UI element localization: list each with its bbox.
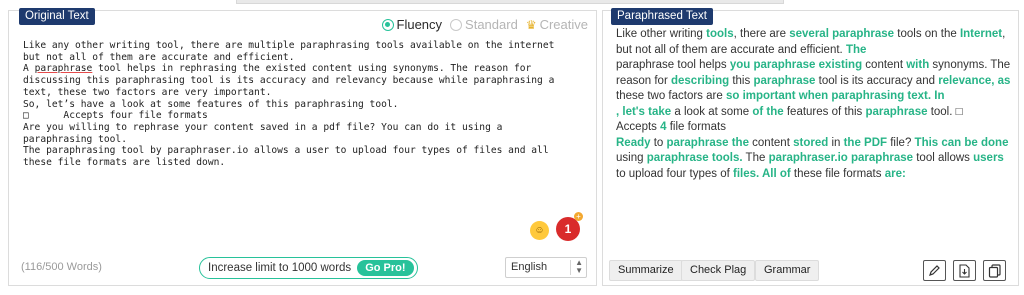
changed-word[interactable]: tools [706, 28, 733, 40]
download-icon [959, 263, 970, 278]
changed-word[interactable]: paraphrase the [667, 137, 749, 149]
changed-word[interactable]: so important when paraphrasing text. In [726, 90, 945, 102]
changed-word[interactable]: you paraphrase existing [730, 59, 862, 71]
text-line: A [23, 63, 35, 75]
text-segment: tools on the [894, 28, 960, 40]
text-segment: The [742, 152, 769, 164]
text-segment: tool is its accuracy and [815, 74, 939, 87]
text-segment: tool. □ [927, 105, 963, 118]
text-line: these file formats are listed down. [23, 157, 226, 169]
crown-icon: ♛ [525, 17, 537, 32]
text-line: Like any other writing tool, there are m… [23, 40, 555, 51]
original-text-tag: Original Text [19, 8, 95, 25]
text-segment: using [616, 152, 647, 164]
changed-word[interactable]: , let's take [616, 106, 671, 118]
changed-word[interactable]: files. All of [733, 168, 791, 180]
mode-selector: Fluency Standard ♛ Creative [381, 17, 588, 32]
top-strip [236, 0, 784, 4]
changed-word[interactable]: of the [752, 106, 783, 118]
text-segment: paraphrase tool helps [616, 59, 730, 71]
increase-limit-banner[interactable]: Increase limit to 1000 words Go Pro! [199, 257, 418, 279]
mode-standard[interactable]: Standard [450, 17, 518, 32]
changed-word[interactable]: Ready [616, 137, 651, 149]
text-line: So, let’s have a look at some features o… [23, 98, 399, 110]
check-plag-button[interactable]: Check Plag [681, 260, 756, 281]
text-segment: Like other writing [616, 28, 707, 40]
mode-standard-label: Standard [465, 17, 518, 32]
changed-word[interactable]: are: [885, 168, 906, 180]
mode-creative[interactable]: ♛ Creative [526, 17, 588, 32]
radio-empty-icon [450, 18, 463, 31]
paraphrased-text-panel: Paraphrased Text Like other writing tool… [602, 8, 1019, 286]
changed-word[interactable]: with [906, 59, 929, 71]
changed-word[interactable]: Internet [960, 28, 1002, 40]
text-line: but not all of them are accurate and eff… [23, 51, 295, 63]
text-line: Are you willing to rephrase your content… [23, 121, 503, 133]
changed-word[interactable]: paraphrase tools. [647, 152, 743, 164]
notification-plus-icon: + [574, 212, 583, 221]
copy-button[interactable] [983, 260, 1006, 281]
mode-fluency-label: Fluency [396, 17, 443, 32]
changed-word[interactable]: This can be done [915, 137, 1009, 149]
text-segment: tool allows [913, 152, 974, 164]
original-text-input[interactable]: Like any other writing tool, there are m… [23, 40, 578, 169]
original-text-panel: Original Text Fluency Standard ♛ Creativ… [8, 8, 597, 286]
changed-word[interactable]: paraphrase [753, 75, 815, 87]
changed-word[interactable]: describing [671, 75, 729, 87]
summarize-button[interactable]: Summarize [609, 260, 683, 281]
text-segment: file? [887, 136, 915, 149]
text-segment: content [748, 136, 794, 149]
text-segment: in [828, 136, 844, 149]
changed-word[interactable]: the PDF [844, 137, 887, 149]
grammar-button[interactable]: Grammar [755, 260, 820, 281]
text-segment: these file formats [790, 167, 885, 180]
text-segment: Accepts [616, 121, 661, 133]
text-line: paraphrasing tool. [23, 133, 127, 145]
text-line: tool helps in rephrasing the existed con… [92, 63, 532, 75]
changed-word[interactable]: users [973, 152, 1004, 164]
language-value: English [511, 261, 548, 273]
text-segment: this [729, 74, 754, 87]
edit-button[interactable] [923, 260, 946, 281]
text-line: discussing this paraphrasing tool is its… [23, 75, 555, 87]
text-segment: content [862, 59, 907, 71]
select-arrows-icon: ▲ ▼ [575, 258, 583, 275]
text-segment: , there are [733, 28, 790, 40]
download-button[interactable] [953, 260, 976, 281]
radio-selected-icon [381, 18, 394, 31]
text-line: text, these two factors are very importa… [23, 86, 272, 98]
text-line: □ Accepts four file formats [23, 110, 208, 122]
changed-word[interactable]: stored [793, 137, 828, 149]
text-line: The paraphrasing tool by paraphraser.io … [23, 145, 549, 157]
changed-word[interactable]: paraphrase [865, 106, 927, 118]
changed-word[interactable]: several paraphrase [789, 28, 894, 40]
text-segment: to upload four types of [616, 167, 733, 180]
go-pro-button[interactable]: Go Pro! [357, 260, 414, 276]
select-divider [570, 260, 571, 275]
changed-word[interactable]: relevance, as [938, 75, 1010, 87]
hugging-emoji-icon[interactable]: ☺ [530, 221, 549, 240]
text-segment: these two factors are [616, 90, 726, 102]
pencil-icon [929, 265, 940, 276]
word-count: (116/500 Words) [21, 261, 102, 273]
mode-fluency[interactable]: Fluency [381, 17, 443, 32]
changed-word[interactable]: The [846, 44, 866, 56]
language-select[interactable]: English ▲ ▼ [505, 257, 587, 278]
copy-icon [988, 263, 1001, 278]
text-segment: a look at some [671, 105, 753, 118]
text-segment: to [650, 136, 667, 149]
text-segment: features of this [783, 105, 866, 118]
paraphrased-text-tag: Paraphrased Text [611, 8, 713, 25]
changed-word[interactable]: paraphraser.io paraphrase [769, 152, 913, 164]
spellcheck-word[interactable]: paraphrase [35, 63, 93, 74]
mode-creative-label: Creative [539, 17, 588, 32]
increase-limit-text: Increase limit to 1000 words [208, 262, 352, 274]
paraphrased-text-output: Like other writing tools, there are seve… [616, 27, 1012, 182]
text-segment: file formats [666, 121, 726, 133]
